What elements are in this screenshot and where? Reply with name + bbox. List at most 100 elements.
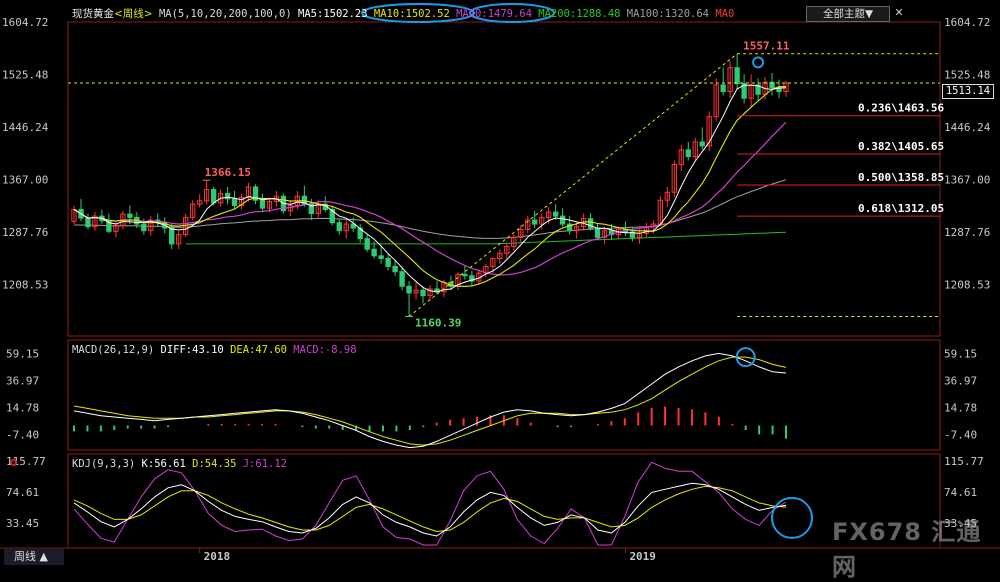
candle-body: [399, 271, 405, 287]
candle: [643, 222, 650, 238]
candle: [252, 184, 259, 205]
candle: [469, 270, 475, 287]
macd-tick-right-1: 36.97: [944, 374, 977, 387]
candle: [413, 282, 419, 300]
price-tick-left-3: 1367.00: [2, 174, 48, 187]
candle-body: [552, 211, 559, 217]
candle-body: [224, 193, 231, 200]
kdj-j-line: [73, 461, 787, 546]
candle-body: [406, 285, 412, 294]
candle-body: [210, 189, 217, 204]
macd-tick-right-2: 14.78: [944, 401, 977, 414]
candle: [427, 284, 433, 301]
candle: [692, 137, 698, 161]
ma-params: MA(5,10,20,200,100,0): [158, 8, 292, 20]
ma100-value: MA100:1320.64: [626, 8, 709, 20]
candle: [231, 190, 238, 210]
kdj-d-line: [73, 485, 787, 533]
kdj-d: D:54.35: [192, 458, 237, 470]
macd-dea: DEA:47.60: [230, 344, 287, 356]
trend-line: [408, 53, 738, 317]
candle: [601, 226, 608, 244]
kdj-j: J:61.12: [242, 458, 287, 470]
candle: [78, 198, 84, 222]
candle-body: [734, 67, 740, 85]
candle: [720, 67, 726, 96]
candle: [706, 111, 712, 152]
last-price-tag: 1513.14: [942, 84, 994, 99]
price-header: 现货黄金<周线> MA(5,10,20,200,100,0) MA5:1502.…: [72, 6, 734, 21]
candle: [594, 224, 601, 240]
candle: [748, 74, 754, 108]
candle: [176, 230, 182, 250]
close-icon[interactable]: ✕: [892, 6, 906, 20]
candle-body: [141, 223, 147, 232]
candle: [85, 213, 91, 230]
candle: [203, 180, 210, 205]
macd-value: MACD:-8.98: [293, 344, 357, 356]
candle: [678, 144, 684, 172]
ma0-value: MA0: [715, 8, 735, 20]
period-button[interactable]: 周线 ▲: [4, 549, 64, 565]
candle-body: [559, 215, 566, 225]
kdj-panel: [73, 461, 813, 546]
candle: [532, 210, 538, 229]
panel-border-1: [67, 21, 941, 337]
candle: [755, 78, 761, 101]
candle: [559, 208, 566, 227]
candle-body: [85, 217, 91, 228]
candle-body: [392, 265, 398, 273]
kdj-header: KDJ(9,3,3) K:56.61 D:54.35 J:61.12: [72, 458, 287, 470]
macd-tick-left-0: 59.15: [6, 347, 39, 360]
kdj-tick-right-1: 74.61: [944, 486, 977, 499]
candle: [113, 222, 119, 238]
macd-tick-right-0: 59.15: [944, 347, 977, 360]
ma10-value: MA10:1502.52: [373, 8, 450, 20]
candle-body: [336, 222, 342, 232]
price-tick-left-5: 1208.53: [2, 279, 48, 292]
candle: [259, 193, 266, 213]
candle: [343, 220, 349, 239]
fib-label-1: 0.382\1405.65: [858, 140, 944, 153]
price-tick-right-0: 1604.72: [944, 16, 990, 29]
candle-body: [385, 257, 391, 267]
kdj-tick-left-2: 33.45: [6, 517, 39, 530]
candle: [336, 218, 342, 235]
candle: [727, 61, 733, 99]
candle: [776, 79, 782, 99]
fib-label-3: 0.618\1312.05: [858, 202, 944, 215]
dea-line: [73, 356, 787, 446]
panel-border-2: [67, 339, 941, 451]
macd-params: MACD(26,12,9): [72, 344, 155, 356]
candle: [357, 224, 363, 243]
candle: [518, 225, 524, 243]
theme-selector[interactable]: 全部主题▼: [806, 6, 890, 22]
instrument-name: 现货黄金: [72, 8, 114, 20]
period-tag: <周线>: [114, 8, 153, 20]
candle: [420, 286, 426, 304]
candle-body: [378, 255, 384, 259]
macd-panel: [73, 347, 787, 449]
fib-label-0: 0.236\1463.56: [858, 102, 944, 115]
candle: [406, 281, 412, 317]
candle: [769, 73, 775, 96]
candle: [245, 182, 252, 202]
candle-body: [371, 248, 377, 257]
ma20-value: MA20:1479.64: [456, 8, 532, 20]
candle: [224, 186, 231, 205]
price-tick-right-2: 1446.24: [944, 121, 991, 134]
watermark: FX678 汇通网: [832, 518, 982, 581]
price-tick-left-0: 1604.72: [2, 16, 48, 29]
candle: [504, 243, 510, 259]
macd-tick-left-3: -7.40: [6, 429, 39, 442]
kdj-settings-icon[interactable]: [10, 459, 17, 466]
candle-body: [364, 238, 370, 250]
ma5-line: [73, 84, 787, 293]
candle: [462, 265, 468, 280]
candle-body: [127, 213, 133, 218]
candle-body: [420, 289, 426, 297]
macd-tick-right-3: -7.40: [944, 429, 977, 442]
candle: [741, 74, 747, 104]
price-tick-right-3: 1367.00: [944, 174, 990, 187]
diff-line: [73, 352, 787, 449]
